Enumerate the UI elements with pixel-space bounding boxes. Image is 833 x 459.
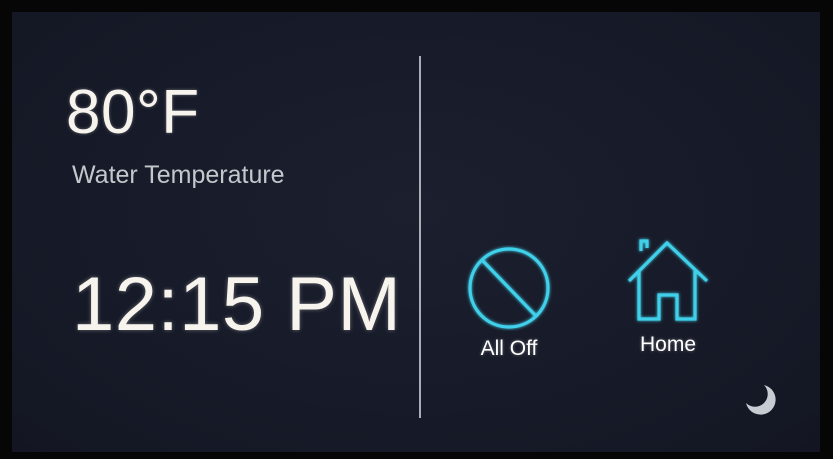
water-temperature-value: 80°F xyxy=(66,78,200,147)
device-frame: 80°F Water Temperature 12:15 PM All Off xyxy=(0,0,833,459)
home-label: Home xyxy=(639,333,697,356)
all-off-button[interactable]: All Off xyxy=(454,245,564,361)
clock-time: 12:15 PM xyxy=(72,262,402,347)
home-button[interactable]: Home xyxy=(613,235,723,357)
vertical-divider xyxy=(419,56,421,418)
water-temperature-label: Water Temperature xyxy=(72,161,285,189)
crescent-moon-icon[interactable] xyxy=(742,382,776,416)
control-panel-screen: 80°F Water Temperature 12:15 PM All Off xyxy=(12,12,820,452)
all-off-label: All Off xyxy=(480,337,538,360)
house-icon xyxy=(627,239,709,321)
prohibited-icon xyxy=(468,247,550,329)
